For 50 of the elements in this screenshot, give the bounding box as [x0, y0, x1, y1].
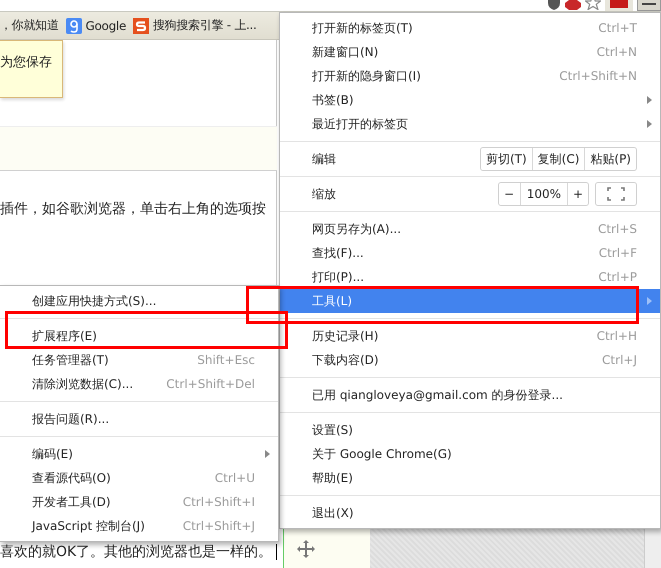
menu-item[interactable]: 查找(F)... Ctrl+F: [280, 241, 660, 265]
scrollbar[interactable]: [644, 527, 661, 568]
star-icon[interactable]: [585, 0, 601, 10]
fullscreen-button[interactable]: [595, 182, 637, 206]
menu-item[interactable]: 报告问题(R)...: [0, 407, 278, 431]
menu-item[interactable]: 打印(P)... Ctrl+P: [280, 265, 660, 289]
menu-item[interactable]: 帮助(E): [280, 466, 660, 490]
menu-item[interactable]: 设置(S): [280, 418, 660, 442]
menu-item[interactable]: 创建应用快捷方式(S)...: [0, 289, 278, 313]
menu-icon: [642, 0, 656, 6]
stop-icon[interactable]: [565, 0, 581, 10]
menu-item[interactable]: 查看源代码(O) Ctrl+U: [0, 466, 278, 490]
menu-item[interactable]: 网页另存为(A)... Ctrl+S: [280, 217, 660, 241]
menu-item[interactable]: 任务管理器(T) Shift+Esc: [0, 348, 278, 372]
menu-item[interactable]: 打开新的标签页(T) Ctrl+T: [280, 16, 660, 40]
menu-label: 编辑: [312, 150, 337, 168]
bookmark[interactable]: Google: [66, 18, 126, 34]
bookmark-favicon-icon: [66, 18, 82, 34]
menu-item[interactable]: 工具(L): [280, 289, 660, 313]
menu-item[interactable]: 关于 Google Chrome(G): [280, 442, 660, 466]
submenu-arrow-icon: [647, 96, 652, 104]
menu-item[interactable]: 历史记录(H) Ctrl+H: [280, 324, 660, 348]
submenu-arrow-icon: [265, 450, 270, 458]
film-icon: [610, 0, 628, 8]
menu-item[interactable]: 退出(X): [280, 501, 660, 525]
menu-item[interactable]: 开发者工具(D) Ctrl+Shift+I: [0, 490, 278, 514]
submenu-arrow-icon: [647, 120, 652, 128]
menu-item[interactable]: 清除浏览数据(C)... Ctrl+Shift+Del: [0, 372, 278, 396]
article-text: 喜欢的就OK了。其他的浏览器也是一样的。: [0, 543, 278, 561]
bookmark[interactable]: ，你就知道: [0, 17, 59, 34]
submenu-arrow-icon: [647, 297, 652, 305]
menu-item[interactable]: 已用 qiangloveya@gmail.com 的身份登录...: [280, 383, 660, 407]
shield-icon[interactable]: [547, 0, 561, 10]
bookmark[interactable]: 搜狗搜索引擎 - 上...: [133, 17, 257, 34]
move-icon[interactable]: [297, 540, 315, 558]
menu-item[interactable]: 打开新的隐身窗口(I) Ctrl+Shift+N: [280, 64, 660, 88]
article-text: 插件，如谷歌浏览器，单击右上角的选项按: [0, 200, 267, 218]
menu-item[interactable]: 书签(B): [280, 88, 660, 112]
menu-item[interactable]: 新建窗口(N) Ctrl+N: [280, 40, 660, 64]
menu-item[interactable]: JavaScript 控制台(J) Ctrl+Shift+J: [0, 514, 278, 538]
menu-item[interactable]: 扩展程序(E): [0, 324, 278, 348]
menu-item[interactable]: 编码(E): [0, 442, 278, 466]
menu-item[interactable]: 最近打开的标签页: [280, 112, 660, 136]
tooltip: 为您保存: [0, 40, 63, 98]
extension-button[interactable]: [605, 0, 633, 11]
menu-label: 缩放: [312, 186, 337, 202]
bookmark-favicon-icon: [133, 18, 150, 34]
fullscreen-icon: [607, 187, 625, 201]
menu-button[interactable]: [637, 0, 661, 11]
menu-item[interactable]: 下载内容(D) Ctrl+J: [280, 348, 660, 372]
